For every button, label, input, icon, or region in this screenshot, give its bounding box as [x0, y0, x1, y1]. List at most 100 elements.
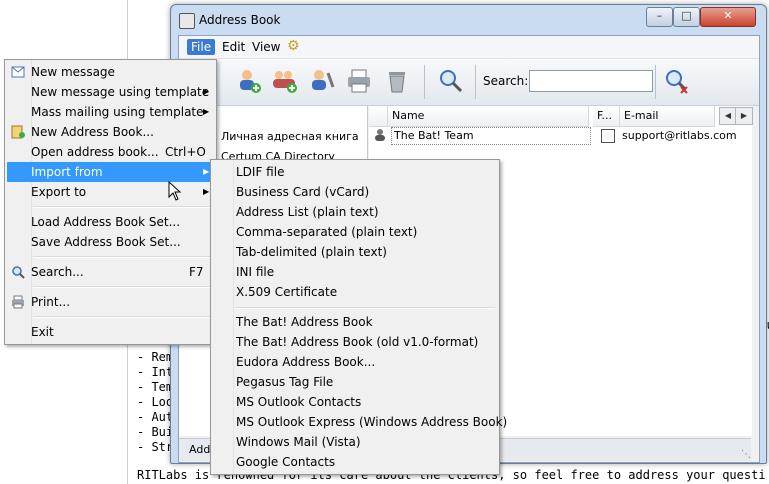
menu-item-shortcut: F7 — [189, 265, 204, 279]
import-csv[interactable]: Comma-separated (plain text) — [236, 222, 417, 242]
status-text: Add — [189, 443, 211, 456]
import-ini[interactable]: INI file — [236, 262, 274, 282]
maximize-button[interactable]: □ — [673, 7, 700, 27]
menu-separator — [33, 256, 213, 258]
submenu-arrow-icon: ▶ — [203, 87, 210, 96]
import-ldif[interactable]: LDIF file — [236, 162, 284, 182]
menu-item-new-message[interactable]: New message — [7, 62, 214, 82]
new-message-icon — [11, 66, 25, 78]
menu-separator — [33, 286, 213, 288]
column-header-email[interactable]: E-mail — [620, 106, 715, 127]
menu-item-export-to[interactable]: Export to ▶ — [7, 182, 214, 202]
import-submenu: LDIF file Business Card (vCard) Address … — [210, 159, 507, 475]
import-outlook[interactable]: MS Outlook Contacts — [236, 392, 361, 412]
import-tab-delimited[interactable]: Tab-delimited (plain text) — [236, 242, 387, 262]
gear-icon[interactable]: ⚙ — [287, 39, 301, 53]
bullet-line: - Loo — [137, 395, 174, 409]
import-x509[interactable]: X.509 Certificate — [236, 282, 337, 302]
toolbar: Search: — [179, 59, 759, 106]
close-button[interactable]: ✕ — [700, 7, 756, 27]
window-title: Address Book — [199, 13, 281, 27]
find-icon[interactable] — [437, 67, 465, 95]
new-contact-icon[interactable] — [235, 67, 263, 95]
bullet-line: - Aut — [137, 410, 174, 424]
menu-item-label: Save Address Book Set... — [31, 235, 181, 249]
submenu-arrow-icon: ▶ — [203, 107, 210, 116]
new-addressbook-icon — [11, 125, 25, 139]
bullet-line: - Tem — [137, 380, 174, 394]
search-label: Search: — [483, 74, 529, 88]
menu-item-label: New message — [31, 65, 115, 79]
minimize-button[interactable]: – — [646, 7, 673, 27]
flag-checkbox[interactable] — [601, 129, 615, 143]
menu-file[interactable]: File — [187, 39, 216, 55]
menu-item-label: Import from — [31, 165, 103, 179]
menu-item-label: New message using template — [31, 85, 210, 99]
import-vcard[interactable]: Business Card (vCard) — [236, 182, 369, 202]
menu-item-label: Search... — [31, 265, 84, 279]
menu-separator — [33, 206, 213, 208]
menu-item-label: Export to — [31, 185, 87, 199]
column-header-name[interactable]: Name — [388, 106, 589, 127]
search-input[interactable] — [529, 70, 653, 92]
column-header-flag[interactable]: F... — [593, 106, 620, 127]
menu-item-import-from[interactable]: Import from ▶ — [7, 162, 214, 182]
bullet-line: - Bui — [137, 425, 174, 439]
menu-item-new-address-book[interactable]: New Address Book... — [7, 122, 214, 142]
delete-icon[interactable] — [383, 67, 411, 95]
menu-separator — [33, 316, 213, 318]
menu-item-search[interactable]: Search... F7 — [7, 262, 214, 282]
menu-item-save-set[interactable]: Save Address Book Set... — [7, 232, 214, 252]
menu-item-mass-mailing[interactable]: Mass mailing using template ▶ — [7, 102, 214, 122]
menu-edit[interactable]: Edit — [218, 39, 249, 55]
import-address-list[interactable]: Address List (plain text) — [236, 202, 379, 222]
clear-search-icon[interactable] — [663, 67, 691, 95]
contact-name: The Bat! Team — [391, 127, 591, 145]
contact-icon — [375, 129, 385, 141]
import-eudora[interactable]: Eudora Address Book... — [236, 352, 375, 372]
import-outlook-express[interactable]: MS Outlook Express (Windows Address Book… — [236, 412, 507, 432]
new-group-icon[interactable] — [271, 67, 299, 95]
toolbar-separator — [655, 65, 656, 99]
menu-view[interactable]: View — [248, 39, 284, 55]
contact-email: support@ritlabs.com — [622, 129, 737, 142]
bullet-line: - Str — [137, 440, 174, 454]
menu-item-label: New Address Book... — [31, 125, 154, 139]
resize-grip-icon[interactable]: ⋱ — [741, 449, 751, 460]
menu-item-label: Print... — [31, 295, 71, 309]
properties-icon[interactable] — [309, 67, 337, 95]
menu-item-label: Exit — [31, 325, 54, 339]
import-thebat-old[interactable]: The Bat! Address Book (old v1.0-format) — [236, 332, 478, 352]
address-book-icon — [179, 13, 195, 29]
mouse-cursor-icon — [168, 181, 182, 201]
menu-item-new-message-template[interactable]: New message using template ▶ — [7, 82, 214, 102]
toolbar-separator — [424, 65, 425, 99]
menu-item-label: Mass mailing using template — [31, 105, 204, 119]
import-windows-mail[interactable]: Windows Mail (Vista) — [236, 432, 361, 452]
search-icon — [12, 266, 25, 279]
menu-separator — [235, 307, 495, 309]
menu-item-label: Load Address Book Set... — [31, 215, 181, 229]
bullet-line: - Int — [137, 365, 174, 379]
menu-gutter — [211, 160, 234, 474]
file-menu: New message New message using template ▶… — [4, 59, 217, 345]
print-icon[interactable] — [345, 67, 373, 95]
tree-item[interactable]: Личная адресная книга — [221, 130, 359, 143]
toolbar-separator — [475, 65, 476, 99]
submenu-arrow-icon: ▶ — [203, 187, 210, 196]
import-thebat-book[interactable]: The Bat! Address Book — [236, 312, 373, 332]
menu-item-load-set[interactable]: Load Address Book Set... — [7, 212, 214, 232]
menu-item-exit[interactable]: Exit — [7, 322, 214, 342]
menu-item-label: Open address book... — [31, 145, 159, 159]
scroll-right-button[interactable]: ▶ — [735, 107, 753, 125]
print-icon — [12, 295, 24, 309]
bullet-line: - Rem — [137, 350, 174, 364]
column-header-icon[interactable] — [369, 106, 388, 127]
import-google-contacts[interactable]: Google Contacts — [236, 452, 335, 472]
import-pegasus[interactable]: Pegasus Tag File — [236, 372, 333, 392]
menu-item-print[interactable]: Print... — [7, 292, 214, 312]
menu-item-open-address-book[interactable]: Open address book... Ctrl+O — [7, 142, 214, 162]
menu-item-shortcut: Ctrl+O — [165, 145, 206, 159]
table-row[interactable]: The Bat! Team support@ritlabs.com — [369, 127, 752, 145]
submenu-arrow-icon: ▶ — [203, 167, 210, 176]
